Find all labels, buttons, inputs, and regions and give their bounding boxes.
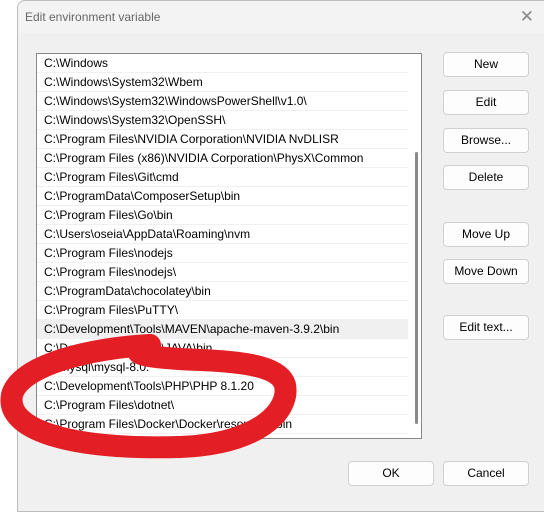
path-list-item[interactable]: C:\Windows\System32\Wbem bbox=[37, 73, 408, 92]
path-list-item[interactable]: C:\Program Files\nodejs bbox=[37, 244, 408, 263]
path-list-item[interactable]: C:\Program Files\PuTTY\ bbox=[37, 301, 408, 320]
path-list-item[interactable]: C:\Windows\System32\OpenSSH\ bbox=[37, 111, 408, 130]
path-list-item[interactable]: C:\Development\Tools\MAVEN\apache-maven-… bbox=[37, 320, 408, 339]
new-button[interactable]: New bbox=[443, 52, 529, 77]
path-list-item[interactable]: C:\Development\Tools\JAVA\bin bbox=[37, 339, 408, 358]
close-icon[interactable]: ✕ bbox=[520, 7, 534, 27]
path-list-item[interactable]: C:\Windows\System32\WindowsPowerShell\v1… bbox=[37, 92, 408, 111]
move-down-button[interactable]: Move Down bbox=[443, 259, 529, 284]
title-bar: Edit environment variable ✕ bbox=[18, 1, 544, 33]
move-up-button[interactable]: Move Up bbox=[443, 222, 529, 247]
edit-text-button[interactable]: Edit text... bbox=[443, 315, 529, 340]
ok-button[interactable]: OK bbox=[348, 461, 434, 486]
path-list-item[interactable]: C:\ProgramData\ComposerSetup\bin bbox=[37, 187, 408, 206]
delete-button[interactable]: Delete bbox=[443, 165, 529, 190]
path-list-item[interactable]: C:\Development\Tools\PHP\PHP 8.1.20 bbox=[37, 377, 408, 396]
path-list-item[interactable]: C:\Program Files\nodejs\ bbox=[37, 263, 408, 282]
path-list-item[interactable]: C:\Program Files\Docker\Docker\resources… bbox=[37, 415, 408, 434]
path-list-item[interactable]: C:\Program Files\NVIDIA Corporation\NVID… bbox=[37, 130, 408, 149]
path-list-item[interactable]: C:\ProgramData\chocolatey\bin bbox=[37, 282, 408, 301]
edit-environment-variable-dialog: Edit environment variable ✕ C:\Windows C:… bbox=[17, 0, 544, 512]
path-list-item[interactable]: C:\Windows bbox=[37, 54, 408, 73]
path-list-item[interactable]: C:\mysql\mysql-8.0. bbox=[37, 358, 408, 377]
scrollbar[interactable] bbox=[415, 152, 418, 424]
path-list-item[interactable]: C:\Program Files\Git\cmd bbox=[37, 168, 408, 187]
edit-button[interactable]: Edit bbox=[443, 90, 529, 115]
browse-button[interactable]: Browse... bbox=[443, 128, 529, 153]
cancel-button[interactable]: Cancel bbox=[443, 461, 529, 486]
dialog-title: Edit environment variable bbox=[25, 10, 161, 24]
path-list-item[interactable]: C:\Program Files (x86)\NVIDIA Corporatio… bbox=[37, 149, 408, 168]
path-list-item[interactable]: C:\Users\oseia\AppData\Roaming\nvm bbox=[37, 225, 408, 244]
path-list[interactable]: C:\Windows C:\Windows\System32\Wbem C:\Win… bbox=[36, 53, 422, 439]
path-list-item[interactable]: C:\Program Files\Go\bin bbox=[37, 206, 408, 225]
path-list-item[interactable]: C:\Program Files\dotnet\ bbox=[37, 396, 408, 415]
